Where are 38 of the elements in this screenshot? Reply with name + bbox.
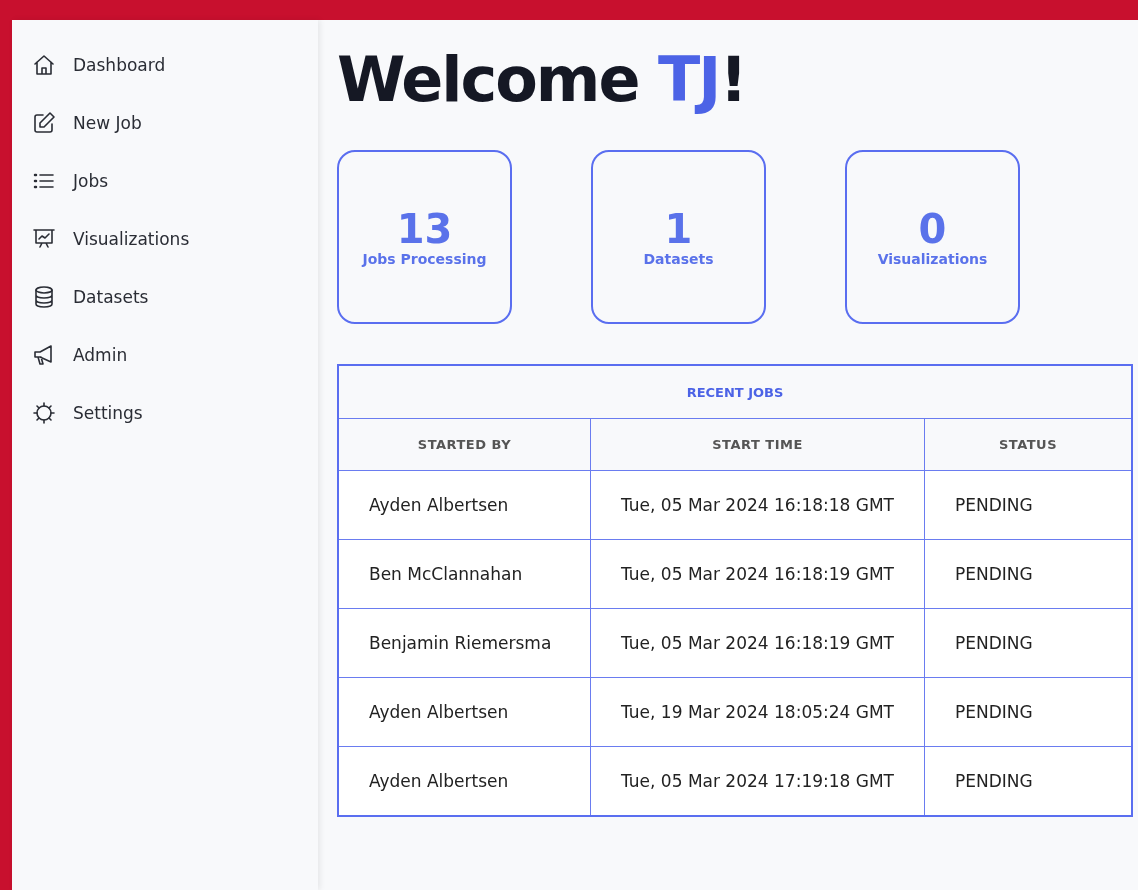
table-cell: PENDING (924, 608, 1132, 678)
nav-item[interactable]: Jobs (32, 164, 109, 198)
table-cell: Tue, 05 Mar 2024 16:18:19 GMT (590, 539, 925, 609)
column-header: STATUS (924, 418, 1132, 471)
table-cell: Ayden Albertsen (338, 746, 591, 816)
table-cell: PENDING (924, 677, 1132, 747)
nav-item[interactable]: New Job (32, 106, 142, 140)
welcome-heading: Welcome TJ! (337, 42, 747, 118)
home-icon (32, 53, 56, 77)
stat-label: Visualizations (877, 251, 988, 267)
table-title: RECENT JOBS (338, 365, 1132, 419)
nav-item[interactable]: Admin (32, 338, 128, 372)
column-header: START TIME (590, 418, 925, 471)
pencil-icon (32, 111, 56, 135)
nav-item[interactable]: Settings (32, 396, 143, 430)
chart-board-icon (32, 227, 56, 251)
nav-item[interactable]: Dashboard (32, 48, 166, 82)
nav-item[interactable]: Datasets (32, 280, 149, 314)
table-cell: Tue, 05 Mar 2024 16:18:18 GMT (590, 470, 925, 540)
stat-label: Datasets (643, 251, 714, 267)
table-cell: Ben McClannahan (338, 539, 591, 609)
stat-label: Jobs Processing (362, 251, 487, 267)
column-header: STARTED BY (338, 418, 591, 471)
table-cell: PENDING (924, 746, 1132, 816)
gear-icon (32, 401, 56, 425)
stat-value: 13 (396, 207, 453, 251)
table-cell: Ayden Albertsen (338, 470, 591, 540)
stat-value: 0 (918, 207, 947, 251)
table-cell: PENDING (924, 539, 1132, 609)
table-cell: Tue, 05 Mar 2024 17:19:18 GMT (590, 746, 925, 816)
nav-item[interactable]: Visualizations (32, 222, 190, 256)
table-cell: Benjamin Riemersma (338, 608, 591, 678)
table-cell: Tue, 05 Mar 2024 16:18:19 GMT (590, 608, 925, 678)
database-icon (32, 285, 56, 309)
table-cell: Ayden Albertsen (338, 677, 591, 747)
table-cell: Tue, 19 Mar 2024 18:05:24 GMT (590, 677, 925, 747)
table-cell: PENDING (924, 470, 1132, 540)
stat-value: 1 (664, 207, 693, 251)
